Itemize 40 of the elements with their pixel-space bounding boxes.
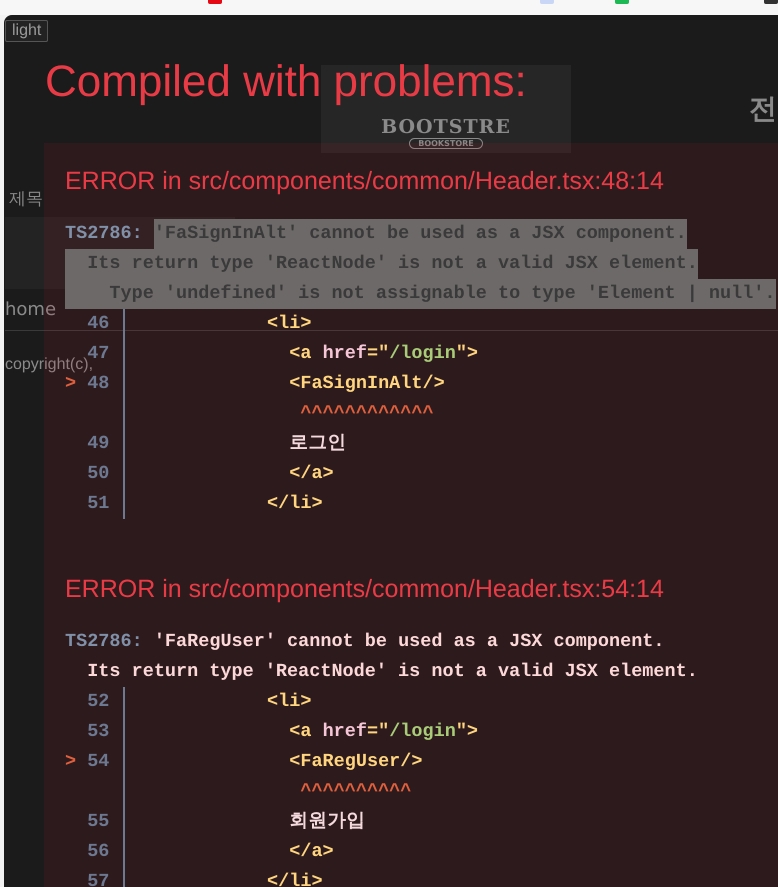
line-number: 55 (87, 811, 110, 832)
line-number: 51 (87, 493, 110, 514)
error-code: TS2786: (65, 222, 144, 246)
line-number: 56 (87, 841, 110, 862)
line-number: 48 (87, 373, 110, 394)
code-line: </a> (289, 462, 334, 486)
code-line: </li> (267, 870, 323, 887)
code-line: </li> (267, 492, 323, 516)
code-line: 회원가입 (289, 810, 366, 834)
line-number: 53 (87, 721, 110, 742)
error-heading: ERROR in src/components/common/Header.tsx:54:14 (65, 574, 664, 605)
code-line: <a href="/login"> (289, 720, 478, 744)
code-line: <li> (267, 312, 312, 336)
category-title: 제목 (9, 188, 43, 209)
line-number: 52 (87, 691, 110, 712)
theme-button[interactable]: light (5, 20, 48, 42)
code-line: <FaSignInAlt/> (289, 372, 445, 396)
line-number: 54 (87, 751, 110, 772)
logo-title: BOOTSTRE (381, 116, 511, 138)
code-line: <FaRegUser/> (289, 750, 422, 774)
code-line: ^^^^^^^^^^ (300, 780, 412, 804)
error-heading: ERROR in src/components/common/Header.tsx:48:14 (65, 166, 664, 197)
code-line: 로그인 (289, 432, 346, 456)
page-heading: 전 (749, 91, 777, 127)
error-message: 'FaRegUser' cannot be used as a JSX component. (154, 630, 665, 654)
line-number: 50 (87, 463, 110, 484)
line-number: 46 (87, 313, 110, 334)
line-number: 49 (87, 433, 110, 454)
code-line: <a href="/login"> (289, 342, 478, 366)
body-text: home (5, 299, 56, 320)
overlay-title: Compiled with problems: (45, 58, 527, 106)
error-message: Its return type 'ReactNode' is not a valid JSX element. (86, 660, 698, 684)
code-line: ^^^^^^^^^^^^ (300, 402, 434, 426)
code-line: <li> (267, 690, 312, 714)
logo-subtitle: BOOKSTORE (409, 138, 483, 149)
line-number: 57 (87, 871, 110, 887)
current-line-marker: > (65, 751, 76, 772)
current-line-marker: > (65, 373, 76, 394)
code-line: </a> (289, 840, 334, 864)
error-code: TS2786: (65, 630, 144, 654)
